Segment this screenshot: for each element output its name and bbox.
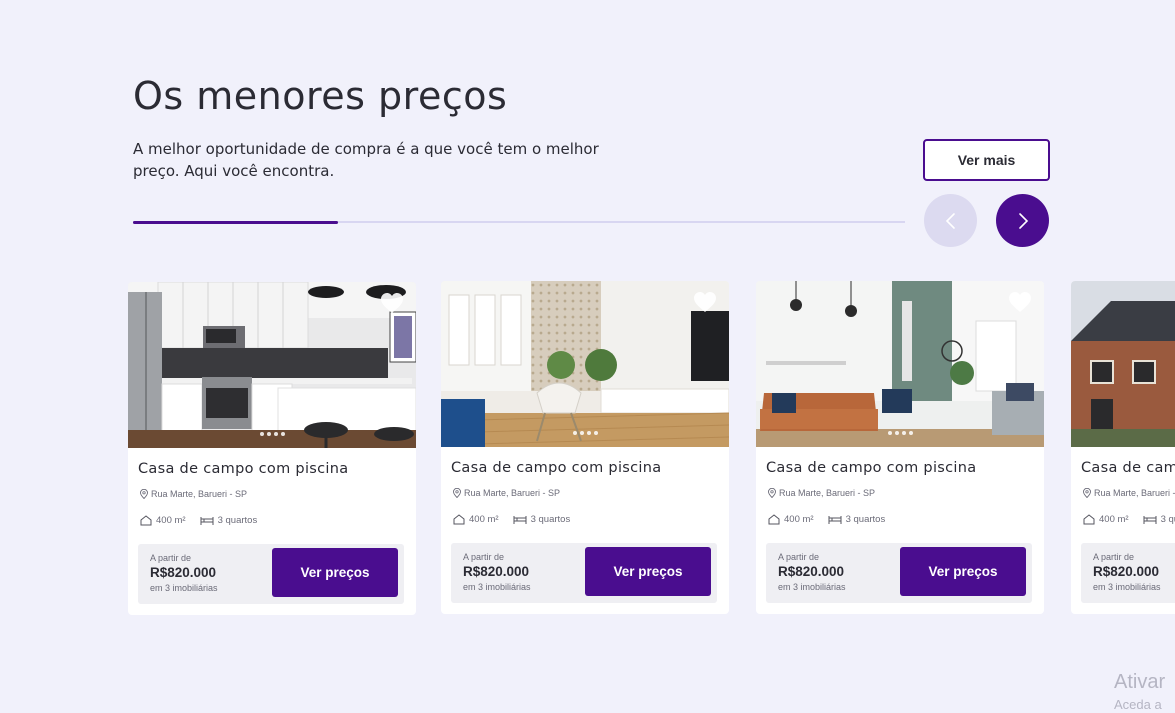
section-subtitle: A melhor oportunidade de compra é a que … bbox=[133, 140, 599, 180]
ver-precos-button[interactable]: Ver preços bbox=[585, 547, 711, 596]
property-name: Casa de campo com piscina bbox=[138, 461, 349, 477]
carousel-progress-track bbox=[133, 220, 905, 224]
bed-icon bbox=[1143, 515, 1157, 524]
property-features: 400 m² 3 quartos bbox=[453, 514, 570, 525]
property-price: R$820.000 bbox=[150, 565, 217, 580]
location-pin-icon bbox=[768, 488, 776, 498]
location-pin-icon bbox=[453, 488, 461, 498]
agencies-count: em 3 imobiliárias bbox=[1093, 582, 1161, 592]
property-address: Rua Marte, Barueri - SP bbox=[140, 489, 247, 499]
property-card[interactable]: Casa de campo com piscina Rua Marte, Bar… bbox=[1071, 281, 1175, 614]
price-from-label: A partir de bbox=[778, 552, 820, 562]
price-box: A partir de R$820.000 em 3 imobiliárias bbox=[1081, 543, 1175, 603]
property-photo-living-room[interactable] bbox=[441, 281, 729, 447]
property-price: R$820.000 bbox=[778, 564, 845, 579]
price-box: A partir de R$820.000 em 3 imobiliárias … bbox=[766, 543, 1032, 603]
property-price: R$820.000 bbox=[1093, 564, 1160, 579]
photo-pagination-dots bbox=[128, 432, 416, 436]
price-from-label: A partir de bbox=[463, 552, 505, 562]
property-features: 400 m² 3 quartos bbox=[1083, 514, 1175, 525]
house-area-icon bbox=[768, 514, 780, 525]
property-name: Casa de campo com piscina bbox=[451, 460, 662, 476]
house-area-icon bbox=[453, 514, 465, 525]
property-card[interactable]: Casa de campo com piscina Rua Marte, Bar… bbox=[441, 281, 729, 614]
property-name: Casa de campo com piscina bbox=[766, 460, 977, 476]
chevron-left-icon bbox=[945, 212, 955, 229]
bed-icon bbox=[828, 515, 842, 524]
agencies-count: em 3 imobiliárias bbox=[778, 582, 846, 592]
property-card[interactable]: Casa de campo com piscina Rua Marte, Bar… bbox=[128, 282, 416, 615]
location-pin-icon bbox=[140, 489, 148, 499]
ver-precos-button[interactable]: Ver preços bbox=[900, 547, 1026, 596]
agencies-count: em 3 imobiliárias bbox=[150, 583, 218, 593]
price-from-label: A partir de bbox=[1093, 552, 1135, 562]
property-photo-lounge[interactable] bbox=[756, 281, 1044, 447]
bed-icon bbox=[513, 515, 527, 524]
price-box: A partir de R$820.000 em 3 imobiliárias … bbox=[451, 543, 717, 603]
photo-pagination-dots bbox=[441, 431, 729, 435]
property-card[interactable]: Casa de campo com piscina Rua Marte, Bar… bbox=[756, 281, 1044, 614]
carousel-prev-button[interactable] bbox=[924, 194, 977, 247]
house-area-icon bbox=[140, 515, 152, 526]
house-area-icon bbox=[1083, 514, 1095, 525]
bed-icon bbox=[200, 516, 214, 525]
property-features: 400 m² 3 quartos bbox=[768, 514, 885, 525]
property-photo-brick-house[interactable] bbox=[1071, 281, 1175, 447]
property-address: Rua Marte, Barueri - SP bbox=[768, 488, 875, 498]
carousel-next-button[interactable] bbox=[996, 194, 1049, 247]
ver-mais-button[interactable]: Ver mais bbox=[923, 139, 1050, 181]
location-pin-icon bbox=[1083, 488, 1091, 498]
heart-icon[interactable] bbox=[693, 291, 717, 313]
property-photo-kitchen[interactable] bbox=[128, 282, 416, 448]
carousel-progress-fill bbox=[133, 220, 338, 224]
property-features: 400 m² 3 quartos bbox=[140, 515, 257, 526]
heart-icon[interactable] bbox=[1008, 291, 1032, 313]
ver-precos-button[interactable]: Ver preços bbox=[272, 548, 398, 597]
agencies-count: em 3 imobiliárias bbox=[463, 582, 531, 592]
property-price: R$820.000 bbox=[463, 564, 530, 579]
price-from-label: A partir de bbox=[150, 553, 192, 563]
property-address: Rua Marte, Barueri - SP bbox=[453, 488, 560, 498]
property-address: Rua Marte, Barueri - SP bbox=[1083, 488, 1175, 498]
section-title: Os menores preços bbox=[133, 74, 508, 118]
price-box: A partir de R$820.000 em 3 imobiliárias … bbox=[138, 544, 404, 604]
heart-icon[interactable] bbox=[380, 292, 404, 314]
property-name: Casa de campo com piscina bbox=[1081, 460, 1175, 476]
photo-pagination-dots bbox=[756, 431, 1044, 435]
chevron-right-icon bbox=[1018, 212, 1028, 229]
